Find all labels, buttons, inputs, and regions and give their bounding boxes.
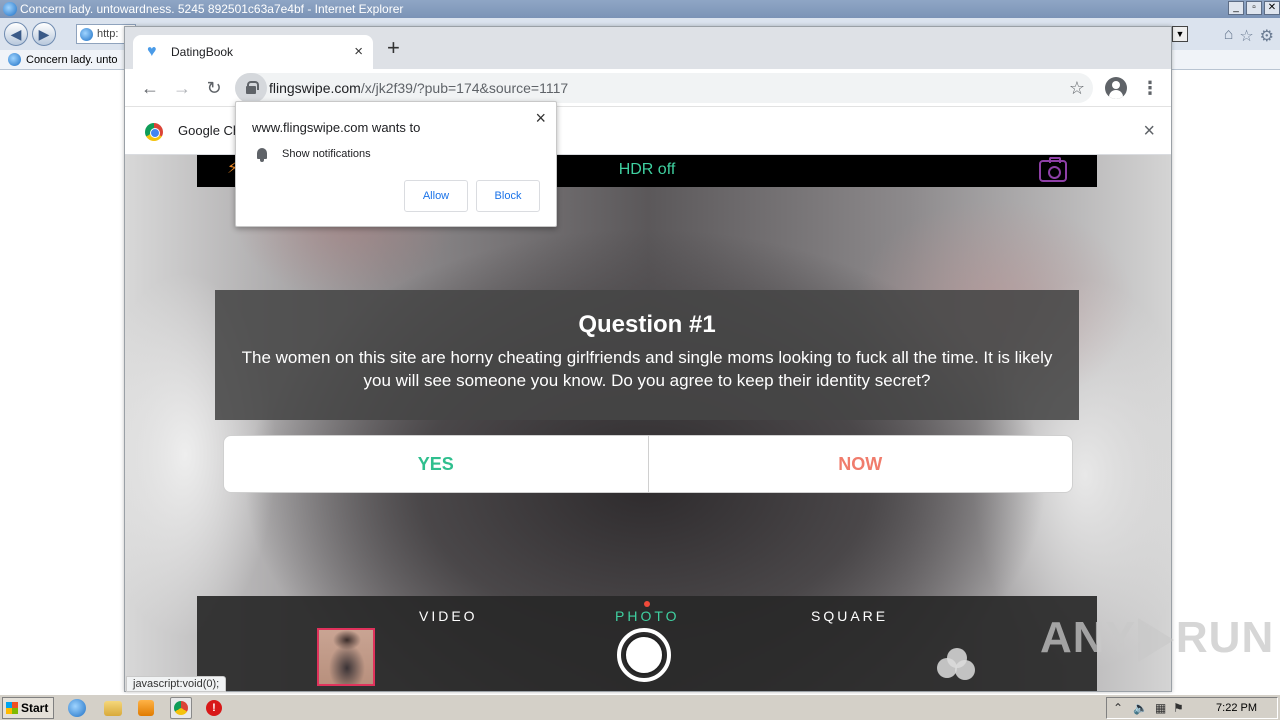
network-icon[interactable]: ▦	[1155, 701, 1166, 715]
ie-page-icon	[80, 28, 93, 41]
new-tab-button[interactable]: +	[387, 37, 400, 59]
restore-button[interactable]: ▫	[1246, 1, 1262, 15]
mode-photo[interactable]: PHOTO	[615, 608, 680, 624]
flag-icon[interactable]: ⚑	[1173, 701, 1184, 715]
reload-icon[interactable]: ↻	[201, 75, 227, 101]
notification-permission-popup: www.flingswipe.com wants to × Show notif…	[235, 101, 557, 227]
start-label: Start	[21, 701, 49, 715]
ie-address-text: http:	[97, 28, 119, 40]
minimize-button[interactable]: _	[1228, 1, 1244, 15]
ie-logo-icon	[3, 2, 17, 16]
chrome-logo-icon	[145, 123, 163, 141]
taskbar-media-player-icon[interactable]	[138, 700, 154, 716]
permission-title: www.flingswipe.com wants to	[252, 120, 421, 135]
camera-switch-icon[interactable]	[1039, 157, 1067, 182]
play-icon	[1137, 618, 1174, 663]
bookmark-star-icon[interactable]: ☆	[1069, 73, 1085, 103]
url-domain: flingswipe.com	[269, 80, 361, 96]
ie-title-bar: Concern lady. untowardness. 5245 892501c…	[0, 0, 1280, 18]
heart-icon: ♥	[147, 43, 157, 60]
ie-back-button[interactable]: ◀	[4, 22, 28, 46]
page-content: ⚡ HDR off Question #1 The women on this …	[125, 155, 1171, 691]
bell-icon	[256, 148, 268, 162]
ie-tab-label: Concern lady. unto	[26, 54, 118, 66]
active-mode-dot	[644, 601, 650, 607]
taskbar-chrome-icon[interactable]	[170, 697, 192, 719]
tray-expand-icon[interactable]: ⌃	[1113, 701, 1123, 715]
mode-video[interactable]: VIDEO	[419, 608, 478, 624]
forward-arrow-icon[interactable]: →	[169, 75, 195, 101]
yes-button[interactable]: YES	[224, 436, 649, 492]
ie-forward-button[interactable]: ▶	[32, 22, 56, 46]
filters-icon[interactable]	[937, 648, 977, 684]
lock-icon	[246, 81, 259, 94]
camera-bottom-bar: VIDEO PHOTO SQUARE	[197, 596, 1097, 691]
system-tray: ⌃ 🔈 ▦ ⚑ 7:22 PM	[1106, 697, 1278, 719]
shutter-button[interactable]	[617, 628, 671, 682]
windows-flag-icon	[6, 702, 18, 714]
back-arrow-icon[interactable]: ←	[137, 75, 163, 101]
allow-button[interactable]: Allow	[404, 180, 468, 212]
url-path: /x/jk2f39/?pub=174&source=1117	[360, 80, 569, 96]
url-text[interactable]: flingswipe.com/x/jk2f39/?pub=174&source=…	[269, 73, 568, 103]
permission-text: Show notifications	[282, 148, 371, 160]
answer-buttons: YES NOW	[223, 435, 1073, 493]
question-text: The women on this site are horny cheatin…	[241, 348, 1053, 390]
status-bar: javascript:void(0);	[126, 676, 227, 692]
taskbar-folder-icon[interactable]	[104, 701, 122, 716]
volume-icon[interactable]: 🔈	[1133, 701, 1148, 715]
watermark-right: RUN	[1175, 613, 1275, 662]
ie-window-title: Concern lady. untowardness. 5245 892501c…	[20, 2, 404, 16]
mode-square[interactable]: SQUARE	[811, 608, 888, 624]
ie-dropdown-arrow-icon[interactable]: ▼	[1172, 26, 1188, 42]
chrome-tab-strip: ♥ DatingBook × +	[125, 27, 1171, 69]
omnibox[interactable]: flingswipe.com/x/jk2f39/?pub=174&source=…	[235, 73, 1093, 103]
close-button[interactable]: ✕	[1264, 1, 1280, 15]
now-button[interactable]: NOW	[649, 436, 1073, 492]
ie-tab-icon	[8, 53, 21, 66]
clock[interactable]: 7:22 PM	[1216, 698, 1257, 718]
taskbar-stop-icon[interactable]: !	[206, 700, 222, 716]
gallery-thumbnail[interactable]	[317, 628, 375, 686]
ie-right-icons: ⌂ ☆ ⚙	[1224, 26, 1274, 46]
ie-tab[interactable]: Concern lady. unto	[4, 51, 124, 69]
tab-close-icon[interactable]: ×	[354, 35, 363, 69]
block-button[interactable]: Block	[476, 180, 540, 212]
anyrun-watermark: ANY RUN	[1040, 608, 1274, 668]
chrome-tab-title: DatingBook	[171, 45, 234, 59]
question-panel: Question #1 The women on this site are h…	[215, 290, 1079, 420]
favorites-star-icon[interactable]: ☆	[1239, 26, 1253, 46]
menu-dots-icon[interactable]: ⋮	[1141, 75, 1159, 101]
start-button[interactable]: Start	[2, 697, 54, 719]
taskbar-ie-icon[interactable]	[68, 699, 86, 717]
settings-gear-icon[interactable]: ⚙	[1260, 26, 1274, 46]
infobar-close-icon[interactable]: ×	[1143, 107, 1155, 155]
site-info-button[interactable]	[235, 73, 267, 103]
taskbar: Start ! ⌃ 🔈 ▦ ⚑ 7:22 PM	[0, 694, 1280, 720]
profile-avatar-icon[interactable]	[1105, 77, 1127, 99]
watermark-left: ANY	[1040, 613, 1136, 662]
question-title: Question #1	[578, 311, 716, 338]
infobar-text: Google Ch	[178, 123, 241, 138]
ie-window-controls: _ ▫ ✕	[1228, 1, 1280, 15]
chrome-tab[interactable]: ♥ DatingBook ×	[133, 35, 373, 69]
home-icon[interactable]: ⌂	[1224, 26, 1234, 46]
popup-close-icon[interactable]: ×	[535, 108, 546, 129]
